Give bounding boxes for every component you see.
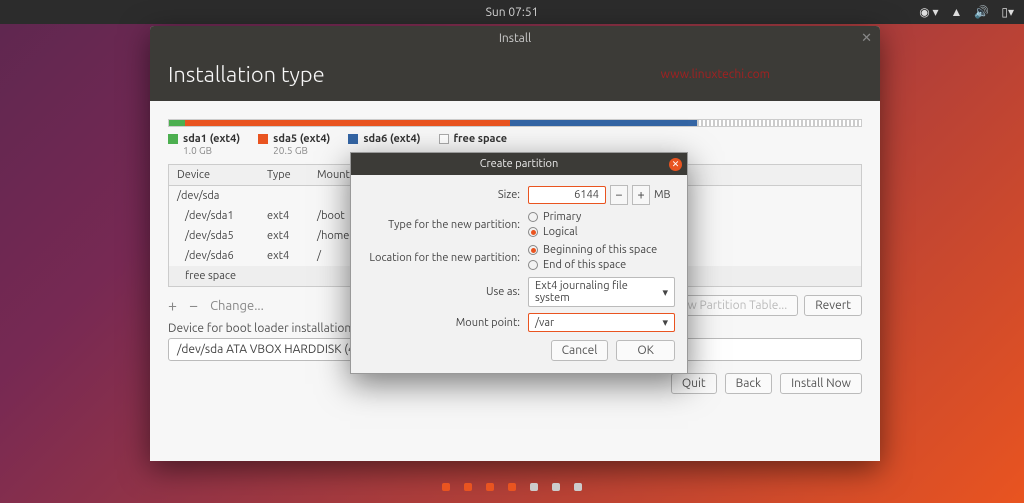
use-as-select[interactable]: Ext4 journaling file system▾ (528, 277, 675, 307)
back-button[interactable]: Back (725, 373, 772, 394)
dialog-title: Create partition (480, 158, 559, 170)
cancel-button[interactable]: Cancel (551, 340, 609, 361)
size-input[interactable]: 6144 (528, 186, 606, 204)
window-title: Install (499, 32, 531, 45)
legend-item: sda1 (ext4)1.0 GB (168, 133, 240, 156)
radio-primary[interactable]: Primary (528, 211, 675, 223)
dialog-titlebar: Create partition ✕ (351, 153, 687, 175)
revert-button[interactable]: Revert (804, 295, 862, 316)
legend-item: sda5 (ext4)20.5 GB (258, 133, 330, 156)
window-titlebar: Install ✕ (150, 26, 880, 50)
remove-partition-button[interactable]: − (189, 297, 198, 315)
create-partition-dialog: Create partition ✕ Size: 6144 − + MB Typ… (350, 152, 688, 374)
watermark-text: www.linuxtechi.com (661, 68, 770, 81)
col-header-device[interactable]: Device (169, 165, 259, 185)
system-topbar: Sun 07:51 ◉ ▾ ▲ 🔊 ▯▾ (0, 0, 1024, 24)
chevron-down-icon: ▾ (662, 316, 668, 329)
size-unit: MB (654, 189, 671, 201)
radio-end[interactable]: End of this space (528, 259, 675, 271)
topbar-clock: Sun 07:51 (486, 6, 539, 19)
accessibility-icon[interactable]: ◉ ▾ (919, 5, 938, 19)
window-header: Installation type www.linuxtechi.com (150, 50, 880, 101)
add-partition-button[interactable]: + (168, 297, 177, 315)
mount-point-label: Mount point: (363, 317, 528, 329)
wizard-footer: Quit Back Install Now (168, 373, 862, 394)
network-icon[interactable]: ▲ (951, 5, 963, 19)
close-icon[interactable]: ✕ (861, 31, 872, 46)
volume-icon[interactable]: 🔊 (974, 5, 989, 19)
wizard-progress-dots (442, 483, 582, 491)
use-as-label: Use as: (363, 286, 528, 298)
quit-button[interactable]: Quit (671, 373, 717, 394)
mount-point-select[interactable]: /var▾ (528, 313, 675, 332)
location-label: Location for the new partition: (363, 252, 528, 264)
ok-button[interactable]: OK (616, 340, 675, 361)
chevron-down-icon: ▾ (662, 286, 668, 299)
radio-logical[interactable]: Logical (528, 226, 675, 238)
topbar-indicators: ◉ ▾ ▲ 🔊 ▯▾ (919, 5, 1014, 19)
close-icon[interactable]: ✕ (669, 158, 682, 171)
size-label: Size: (363, 189, 528, 201)
size-increment-button[interactable]: + (632, 185, 650, 205)
size-decrement-button[interactable]: − (610, 185, 628, 205)
battery-icon[interactable]: ▯▾ (1001, 5, 1014, 19)
change-partition-button[interactable]: Change... (210, 299, 264, 313)
install-now-button[interactable]: Install Now (780, 373, 862, 394)
partition-type-label: Type for the new partition: (363, 219, 528, 231)
partition-usage-bar (168, 119, 862, 127)
col-header-type[interactable]: Type (259, 165, 309, 185)
radio-beginning[interactable]: Beginning of this space (528, 244, 675, 256)
